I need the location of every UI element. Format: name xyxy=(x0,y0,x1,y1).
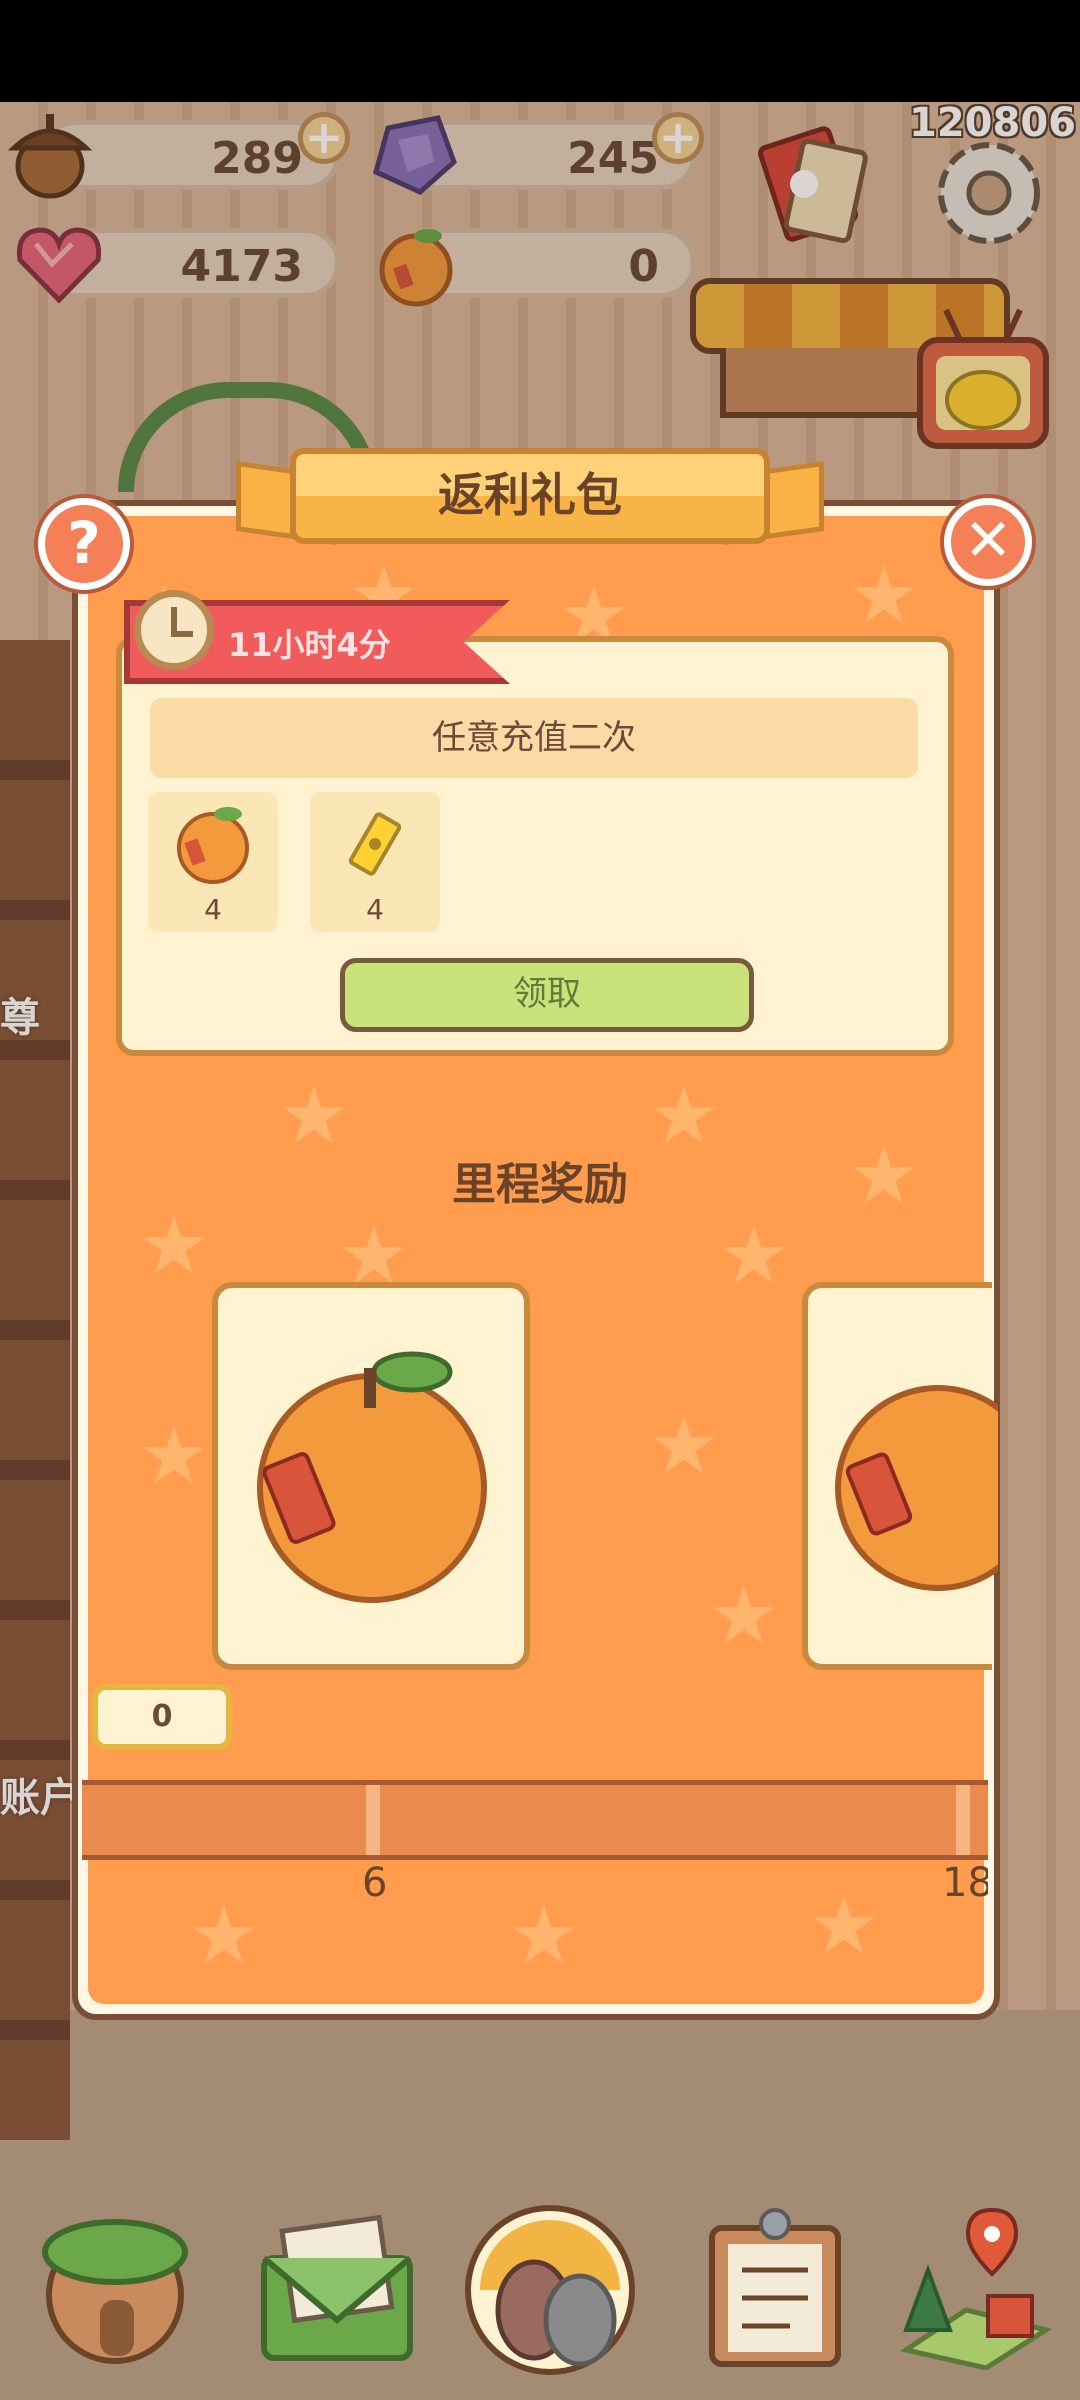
map-icon[interactable] xyxy=(876,2200,1066,2370)
reward-item-count: 4 xyxy=(204,893,222,926)
star-decoration: ★ xyxy=(278,1069,350,1162)
status-bar xyxy=(0,0,1080,102)
orange-icon xyxy=(177,807,249,884)
star-decoration: ★ xyxy=(718,1209,790,1302)
progress-count-badge: 0 xyxy=(92,1684,232,1750)
milestone-reward-tile[interactable] xyxy=(212,1282,530,1670)
reward-item-ticket[interactable]: 4 xyxy=(310,792,440,932)
clipboard-icon[interactable] xyxy=(690,2200,860,2370)
milestone-reward-tile[interactable] xyxy=(802,1282,998,1670)
milestone-progress-track xyxy=(82,1780,988,1860)
popup-title: 返利礼包 xyxy=(290,448,770,544)
mail-icon[interactable] xyxy=(252,2200,422,2370)
reward-item-orange[interactable]: 4 xyxy=(148,792,278,932)
house-icon[interactable] xyxy=(30,2200,200,2370)
help-button[interactable]: ? xyxy=(38,498,130,590)
star-decoration: ★ xyxy=(648,1069,720,1162)
close-button[interactable]: ✕ xyxy=(944,498,1032,586)
star-decoration: ★ xyxy=(648,1399,720,1492)
claim-button[interactable]: 领取 xyxy=(340,958,754,1032)
milestone-title: 里程奖励 xyxy=(452,1159,628,1210)
progress-tick xyxy=(956,1785,970,1855)
clock-icon xyxy=(134,590,214,670)
task-description: 任意充值二次 xyxy=(150,698,918,778)
star-decoration: ★ xyxy=(138,1199,210,1292)
milestone-label: 18 xyxy=(942,1860,988,1906)
star-decoration: ★ xyxy=(188,1889,260,1982)
star-decoration: ★ xyxy=(808,1879,880,1972)
star-decoration: ★ xyxy=(848,549,920,642)
gacha-icon[interactable] xyxy=(460,2200,640,2380)
progress-tick xyxy=(366,1785,380,1855)
milestone-label: 6 xyxy=(362,1860,388,1906)
star-decoration: ★ xyxy=(138,1409,210,1502)
star-decoration: ★ xyxy=(508,1889,580,1982)
orange-icon xyxy=(257,1351,487,1603)
orange-icon xyxy=(835,1385,998,1591)
countdown-timer: 11小时4分 xyxy=(228,626,391,664)
star-decoration: ★ xyxy=(708,1569,780,1662)
reward-item-count: 4 xyxy=(366,893,384,926)
ticket-icon xyxy=(348,812,402,876)
